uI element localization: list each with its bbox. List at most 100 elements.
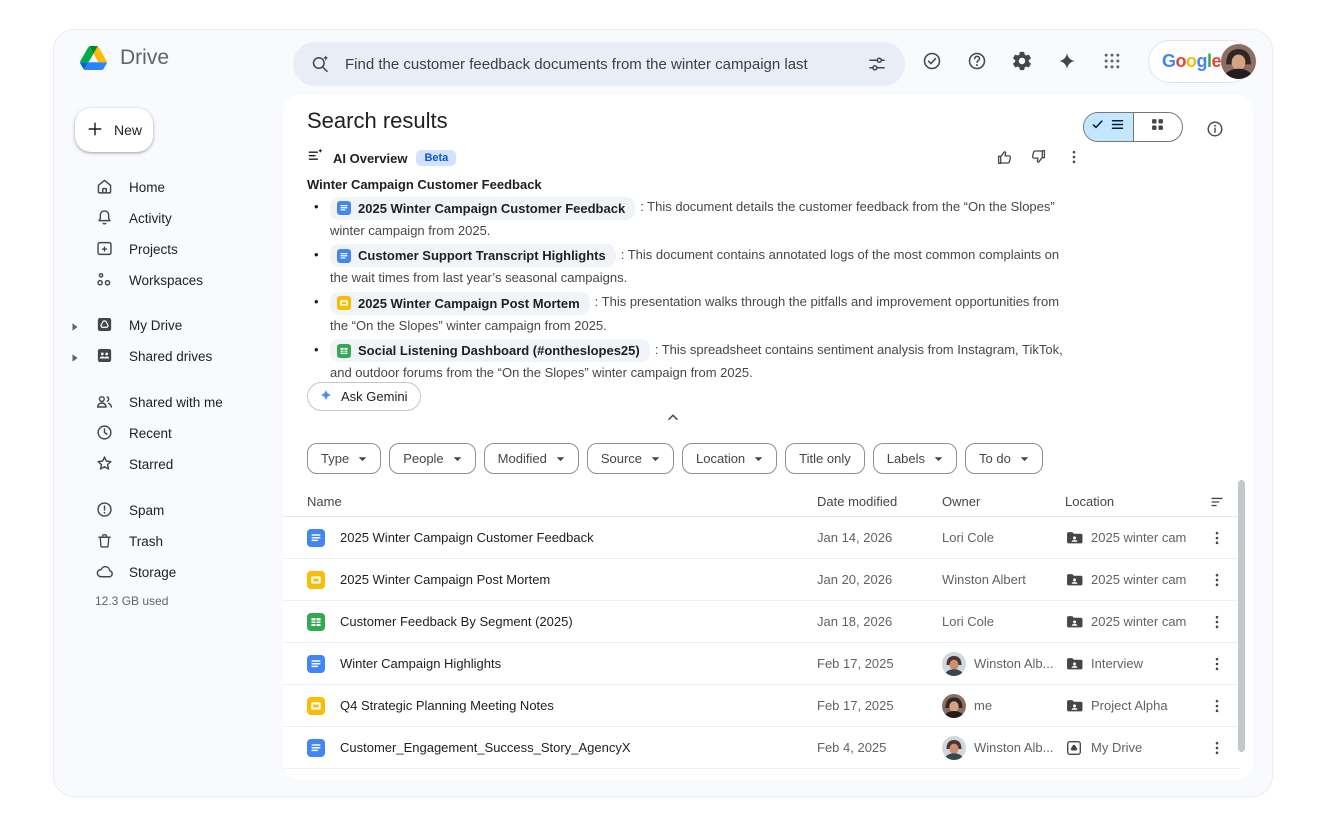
column-header-name[interactable]: Name [283, 494, 817, 509]
home-icon [95, 177, 114, 199]
drive-brand-name: Drive [120, 46, 169, 70]
gemini-sparkle-icon[interactable] [1055, 49, 1079, 73]
file-chip[interactable]: Customer Support Transcript Highlights [330, 244, 616, 267]
beta-badge: Beta [416, 150, 456, 166]
ai-bullet: 2025 Winter Campaign Customer Feedback: … [307, 196, 1065, 241]
sidebar-item-my-drive[interactable]: My Drive [54, 310, 283, 341]
filter-chips: Type People Modified Source Location Tit… [307, 443, 1043, 474]
star-icon [95, 454, 114, 476]
table-row[interactable]: Winter Campaign Highlights Feb 17, 2025 … [283, 643, 1239, 685]
file-chip[interactable]: Social Listening Dashboard (#ontheslopes… [330, 339, 650, 362]
ai-overview-menu-icon[interactable] [1062, 145, 1086, 169]
location-cell[interactable]: Project Alpha [1065, 697, 1195, 715]
sidebar-item-projects[interactable]: Projects [54, 234, 283, 265]
drive-brand[interactable]: Drive [80, 46, 169, 70]
caret-down-icon [1020, 456, 1029, 462]
sidebar-item-label: Spam [129, 503, 164, 518]
new-button-label: New [114, 122, 142, 138]
sidebar-item-label: Starred [129, 457, 173, 472]
list-view-button[interactable] [1084, 113, 1133, 141]
filter-location[interactable]: Location [682, 443, 777, 474]
shared-folder-icon [1065, 529, 1083, 547]
search-bar[interactable]: Find the customer feedback documents fro… [293, 42, 905, 86]
location-cell[interactable]: 2025 winter cam [1065, 529, 1195, 547]
sidebar-item-recent[interactable]: Recent [54, 418, 283, 449]
sidebar-item-trash[interactable]: Trash [54, 526, 283, 557]
collapse-ai-overview-chevron-icon[interactable] [665, 409, 681, 430]
row-menu-icon[interactable] [1195, 655, 1239, 673]
ai-overview-actions [992, 145, 1086, 169]
sidebar-item-starred[interactable]: Starred [54, 449, 283, 480]
spam-icon [95, 500, 114, 522]
file-table: Name Date modified Owner Location 2025 W… [283, 487, 1239, 769]
search-icon[interactable] [308, 52, 332, 76]
thumbs-down-icon[interactable] [1027, 145, 1051, 169]
ai-overview-header: AI Overview Beta [307, 147, 456, 169]
filter-source[interactable]: Source [587, 443, 674, 474]
sort-icon[interactable] [1195, 494, 1239, 510]
filter-labels[interactable]: Labels [873, 443, 957, 474]
google-logo: Google [1162, 51, 1221, 72]
sidebar-item-label: Shared drives [129, 349, 212, 364]
shared-folder-icon [1065, 613, 1083, 631]
table-row[interactable]: 2025 Winter Campaign Customer Feedback J… [283, 517, 1239, 559]
sidebar-item-label: Shared with me [129, 395, 223, 410]
search-input[interactable]: Find the customer feedback documents fro… [345, 56, 852, 73]
vertical-scrollbar[interactable] [1238, 480, 1245, 752]
location-cell[interactable]: Interview [1065, 655, 1195, 673]
file-chip[interactable]: 2025 Winter Campaign Post Mortem [330, 292, 590, 315]
filter-to-do[interactable]: To do [965, 443, 1043, 474]
grid-view-button[interactable] [1133, 113, 1183, 141]
location-cell[interactable]: My Drive [1065, 739, 1195, 757]
filter-title-only[interactable]: Title only [785, 443, 865, 474]
sidebar-item-shared-drives[interactable]: Shared drives [54, 341, 283, 372]
help-icon[interactable] [965, 49, 989, 73]
table-row[interactable]: Q4 Strategic Planning Meeting Notes Feb … [283, 685, 1239, 727]
column-header-modified[interactable]: Date modified [817, 494, 942, 509]
grid-view-icon [1150, 117, 1165, 137]
sidebar-item-spam[interactable]: Spam [54, 495, 283, 526]
sidebar-item-shared-with-me[interactable]: Shared with me [54, 387, 283, 418]
offline-status-icon[interactable] [920, 49, 944, 73]
expand-arrow-icon[interactable] [71, 320, 79, 335]
location-cell[interactable]: 2025 winter cam [1065, 613, 1195, 631]
owner-avatar [942, 652, 966, 676]
row-menu-icon[interactable] [1195, 613, 1239, 631]
column-header-owner[interactable]: Owner [942, 494, 1065, 509]
drive-logo-icon [80, 46, 107, 70]
account-pill[interactable]: Google [1148, 40, 1252, 83]
sidebar-item-home[interactable]: Home [54, 172, 283, 203]
apps-grid-icon[interactable] [1100, 49, 1124, 73]
row-menu-icon[interactable] [1195, 529, 1239, 547]
list-view-icon [1110, 117, 1125, 137]
ask-gemini-button[interactable]: Ask Gemini [307, 382, 421, 411]
owner-avatar [942, 694, 966, 718]
sidebar-item-workspaces[interactable]: Workspaces [54, 265, 283, 296]
user-avatar[interactable] [1221, 44, 1256, 79]
expand-arrow-icon[interactable] [71, 351, 79, 366]
info-icon[interactable] [1203, 117, 1227, 141]
settings-icon[interactable] [1010, 49, 1034, 73]
filter-type[interactable]: Type [307, 443, 381, 474]
storage-used-label: 12.3 GB used [54, 594, 283, 608]
search-options-icon[interactable] [865, 52, 889, 76]
location-cell[interactable]: 2025 winter cam [1065, 571, 1195, 589]
sidebar-item-label: Recent [129, 426, 172, 441]
row-menu-icon[interactable] [1195, 697, 1239, 715]
new-button[interactable]: New [75, 108, 153, 152]
table-row[interactable]: Customer_Engagement_Success_Story_Agency… [283, 727, 1239, 769]
filter-modified[interactable]: Modified [484, 443, 579, 474]
column-header-location[interactable]: Location [1065, 494, 1195, 509]
table-row[interactable]: Customer Feedback By Segment (2025) Jan … [283, 601, 1239, 643]
sidebar-item-storage[interactable]: Storage [54, 557, 283, 588]
filter-people[interactable]: People [389, 443, 475, 474]
sidebar-item-activity[interactable]: Activity [54, 203, 283, 234]
row-menu-icon[interactable] [1195, 571, 1239, 589]
google-docs-icon [307, 739, 325, 757]
thumbs-up-icon[interactable] [992, 145, 1016, 169]
sidebar-item-label: Trash [129, 534, 163, 549]
google-slides-icon [337, 296, 351, 310]
table-row[interactable]: 2025 Winter Campaign Post Mortem Jan 20,… [283, 559, 1239, 601]
row-menu-icon[interactable] [1195, 739, 1239, 757]
file-chip[interactable]: 2025 Winter Campaign Customer Feedback [330, 197, 635, 220]
